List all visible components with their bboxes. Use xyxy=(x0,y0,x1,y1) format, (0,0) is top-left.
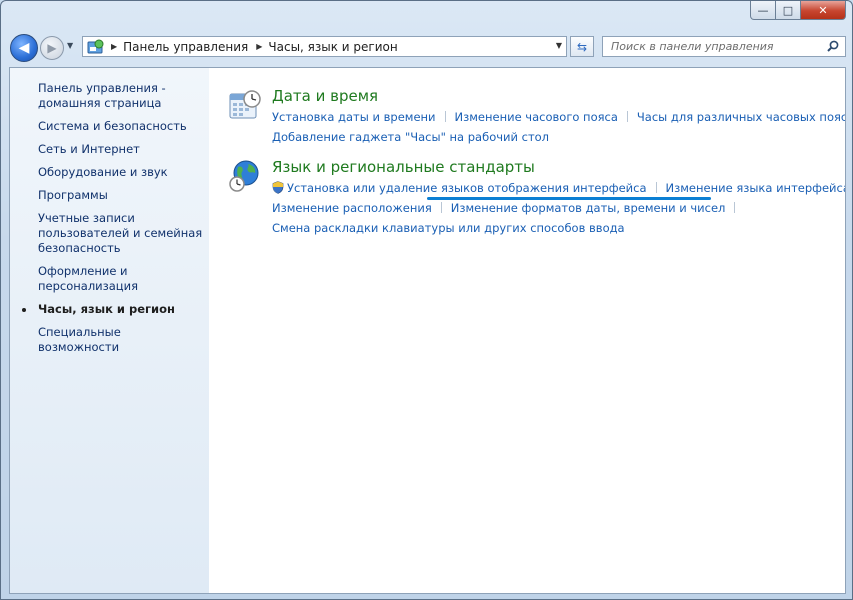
content-area: Панель управления - домашняя страница Си… xyxy=(9,67,846,594)
breadcrumb-control-panel[interactable]: Панель управления xyxy=(123,40,248,54)
back-arrow-icon: ◀ xyxy=(18,40,30,56)
category-title-language-region[interactable]: Язык и региональные стандарты xyxy=(272,157,835,177)
link-divider xyxy=(655,182,657,193)
highlight-underline xyxy=(427,197,711,200)
sidebar-item-system-security[interactable]: Система и безопасность xyxy=(10,119,209,134)
sidebar-item-programs[interactable]: Программы xyxy=(10,188,209,203)
sidebar-item-hardware-sound[interactable]: Оборудование и звук xyxy=(10,165,209,180)
link-divider xyxy=(734,202,736,213)
link-row: Установка или удаление языков отображени… xyxy=(272,180,845,196)
sidebar-item-home[interactable]: Панель управления - домашняя страница xyxy=(10,81,209,111)
link-change-time-zone[interactable]: Изменение часового пояса xyxy=(455,110,618,124)
control-panel-icon xyxy=(87,39,105,55)
link-row: Добавление гаджета "Часы" на рабочий сто… xyxy=(272,129,835,145)
sidebar-list: Панель управления - домашняя страница Си… xyxy=(10,68,209,355)
recent-pages-dropdown[interactable]: ▼ xyxy=(67,41,73,50)
link-set-date-time[interactable]: Установка даты и времени xyxy=(272,110,436,124)
globe-clock-icon[interactable] xyxy=(228,159,262,193)
forward-button[interactable]: ▶ xyxy=(40,36,64,60)
navigation-bar: ◀ ▶ ▼ ▶ Панель управления ▶ Часы, язык и… xyxy=(10,31,846,63)
sidebar-item-network-internet[interactable]: Сеть и Интернет xyxy=(10,142,209,157)
breadcrumb-clock-language-region[interactable]: Часы, язык и регион xyxy=(268,40,397,54)
refresh-icon: ⇆ xyxy=(576,39,588,54)
close-button[interactable]: ✕ xyxy=(801,1,846,20)
sidebar-item-clock-language-region: Часы, язык и регион xyxy=(10,302,209,317)
link-install-display-languages[interactable]: Установка или удаление языков отображени… xyxy=(287,181,647,195)
caption-buttons: — □ ✕ xyxy=(750,1,846,20)
search-input[interactable] xyxy=(609,37,823,56)
control-panel-window: — □ ✕ ◀ ▶ ▼ ▶ Панель управления ▶ Часы, … xyxy=(0,0,853,600)
link-change-date-time-number-formats[interactable]: Изменение форматов даты, времени и чисел xyxy=(451,201,726,215)
breadcrumb-separator-icon[interactable]: ▶ xyxy=(111,42,117,51)
main-panel: Дата и время Установка даты и времени Изм… xyxy=(228,86,845,248)
sidebar-item-appearance[interactable]: Оформление и персонализация xyxy=(10,264,209,294)
back-button[interactable]: ◀ xyxy=(10,34,38,62)
link-divider xyxy=(440,202,442,213)
minimize-button[interactable]: — xyxy=(750,1,776,20)
uac-shield-icon xyxy=(272,181,284,194)
link-row: Установка даты и времени Изменение часово… xyxy=(272,109,845,125)
forward-arrow-icon: ▶ xyxy=(47,41,57,55)
category-date-time: Дата и время Установка даты и времени Изм… xyxy=(228,86,845,145)
category-title-date-time[interactable]: Дата и время xyxy=(272,86,835,106)
address-dropdown-icon[interactable]: ▼ xyxy=(556,41,562,50)
refresh-button[interactable]: ⇆ xyxy=(570,36,594,57)
link-change-keyboards-input[interactable]: Смена раскладки клавиатуры или других сп… xyxy=(272,221,625,235)
link-change-display-language[interactable]: Изменение языка интерфейса xyxy=(666,181,845,195)
link-add-clock-gadget[interactable]: Добавление гаджета "Часы" на рабочий сто… xyxy=(272,130,549,144)
address-bar[interactable]: ▶ Панель управления ▶ Часы, язык и регио… xyxy=(82,36,567,57)
link-clocks-time-zones[interactable]: Часы для различных часовых поясов xyxy=(637,110,845,124)
calendar-clock-icon[interactable] xyxy=(228,88,262,122)
link-divider xyxy=(626,111,628,122)
link-divider xyxy=(444,111,446,122)
link-row: Изменение расположения Изменение форматов… xyxy=(272,200,835,216)
link-change-location[interactable]: Изменение расположения xyxy=(272,201,432,215)
maximize-button[interactable]: □ xyxy=(776,1,801,20)
link-row: Смена раскладки клавиатуры или других сп… xyxy=(272,220,835,236)
sidebar-item-user-accounts[interactable]: Учетные записи пользователей и семейная … xyxy=(10,211,209,256)
sidebar-item-accessibility[interactable]: Специальные возможности xyxy=(10,325,209,355)
search-box[interactable] xyxy=(602,36,846,57)
sidebar: Панель управления - домашняя страница Си… xyxy=(10,68,209,593)
breadcrumb-separator-icon[interactable]: ▶ xyxy=(256,42,262,51)
search-icon[interactable] xyxy=(827,40,839,52)
